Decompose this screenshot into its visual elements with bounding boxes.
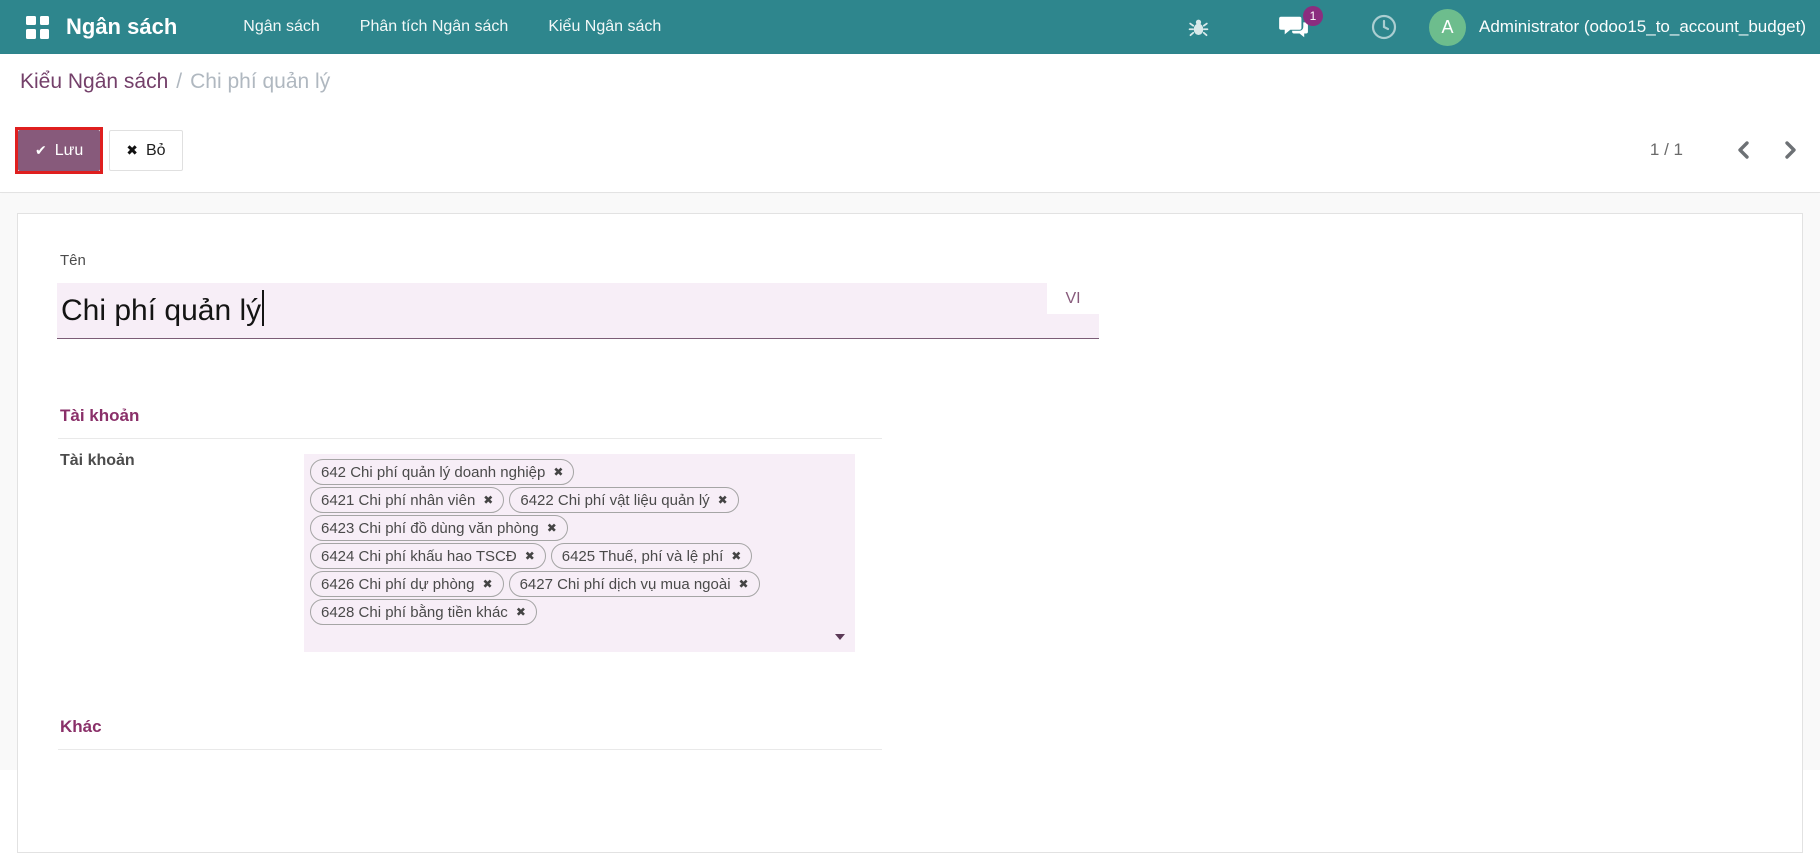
tag-delete-icon[interactable]: ✖	[739, 577, 749, 591]
section-underline	[58, 749, 882, 750]
account-tag-label: 6421 Chi phí nhân viên	[321, 491, 476, 509]
pager: 1 / 1	[1650, 130, 1805, 170]
account-tags-rows: 642 Chi phí quản lý doanh nghiệp ✖ 6421 Ch…	[310, 459, 849, 625]
tag-delete-icon[interactable]: ✖	[525, 549, 535, 563]
account-tag-label: 6425 Thuế, phí và lệ phí	[561, 547, 724, 565]
discard-button-label: Bỏ	[145, 141, 166, 159]
account-tag[interactable]: 6425 Thuế, phí và lệ phí ✖	[550, 543, 753, 569]
menu-phan-tich-ngan-sach[interactable]: Phân tích Ngân sách	[340, 0, 529, 54]
main-menu: Ngân sách Phân tích Ngân sách Kiểu Ngân …	[223, 0, 681, 54]
save-button-label: Lưu	[54, 141, 84, 159]
close-icon: ✖	[126, 142, 138, 159]
check-icon: ✔	[35, 142, 47, 159]
account-tag[interactable]: 6421 Chi phí nhân viên ✖	[310, 487, 505, 513]
control-panel: Kiểu Ngân sách / Chi phí quản lý ✔ Lưu ✖ B…	[0, 54, 1820, 193]
top-navbar: Ngân sách Ngân sách Phân tích Ngân sách …	[0, 0, 1820, 54]
form-sheet: Tên Chi phí quản lý VI Tài khoản Tài kho…	[17, 213, 1803, 853]
account-tag[interactable]: 6427 Chi phí dịch vụ mua ngoài ✖	[508, 571, 760, 597]
user-avatar[interactable]: A	[1429, 8, 1466, 46]
account-tag[interactable]: 6422 Chi phí vật liệu quản lý ✖	[509, 487, 739, 513]
account-tag-row: 6424 Chi phí khấu hao TSCĐ ✖ 6425 Thuế, ph…	[310, 543, 849, 569]
debug-icon[interactable]	[1188, 17, 1209, 38]
user-menu[interactable]: Administrator (odoo15_to_account_budget)	[1479, 17, 1806, 37]
app-name[interactable]: Ngân sách	[66, 14, 177, 40]
name-input-value: Chi phí quản lý	[61, 294, 262, 327]
tag-delete-icon[interactable]: ✖	[483, 493, 493, 507]
discard-button[interactable]: ✖ Bỏ	[109, 130, 183, 171]
account-tag-label: 6423 Chi phí đồ dùng văn phòng	[321, 519, 539, 537]
tag-delete-icon[interactable]: ✖	[731, 549, 741, 563]
account-tag-label: 6426 Chi phí dự phòng	[321, 575, 475, 593]
tag-delete-icon[interactable]: ✖	[553, 465, 563, 479]
tag-delete-icon[interactable]: ✖	[718, 493, 728, 507]
account-tag-row: 6426 Chi phí dự phòng ✖ 6427 Chi phí dịch …	[310, 571, 849, 597]
activities-clock-icon[interactable]	[1371, 14, 1397, 40]
section-title-other: Khác	[60, 717, 102, 736]
menu-ngan-sach[interactable]: Ngân sách	[223, 0, 340, 54]
tag-delete-icon[interactable]: ✖	[516, 605, 526, 619]
account-tag-row: 642 Chi phí quản lý doanh nghiệp ✖	[310, 459, 849, 485]
account-tag-label: 6427 Chi phí dịch vụ mua ngoài	[519, 575, 731, 593]
account-tag-label: 6424 Chi phí khấu hao TSCĐ	[321, 547, 517, 565]
account-tag-label: 6428 Chi phí bằng tiền khác	[321, 603, 508, 621]
apps-menu-icon[interactable]	[26, 15, 49, 39]
name-input[interactable]: Chi phí quản lý VI	[57, 283, 1099, 339]
tag-delete-icon[interactable]: ✖	[483, 577, 493, 591]
form-buttons: ✔ Lưu ✖ Bỏ	[15, 127, 183, 174]
systray: 1 A Administrator (odoo15_to_account_bud…	[1188, 0, 1816, 54]
translate-language-badge[interactable]: VI	[1047, 283, 1099, 314]
breadcrumb-parent[interactable]: Kiểu Ngân sách	[20, 70, 168, 93]
account-tag-row: 6428 Chi phí bằng tiền khác ✖	[310, 599, 849, 625]
content-area: Tên Chi phí quản lý VI Tài khoản Tài kho…	[0, 194, 1820, 853]
accounts-field-label: Tài khoản	[60, 452, 135, 469]
section-underline	[58, 438, 882, 439]
tag-delete-icon[interactable]: ✖	[547, 521, 557, 535]
pager-count: 1 / 1	[1649, 140, 1683, 159]
menu-kieu-ngan-sach[interactable]: Kiểu Ngân sách	[528, 0, 681, 54]
account-tag[interactable]: 6424 Chi phí khấu hao TSCĐ ✖	[310, 543, 546, 569]
pager-next-icon[interactable]	[1775, 135, 1805, 165]
pager-previous-icon[interactable]	[1729, 135, 1759, 165]
account-tag-label: 642 Chi phí quản lý doanh nghiệp	[321, 463, 546, 481]
account-tag[interactable]: 6423 Chi phí đồ dùng văn phòng ✖	[310, 515, 568, 541]
dropdown-caret-icon[interactable]	[835, 634, 845, 640]
breadcrumb-current: Chi phí quản lý	[190, 70, 331, 93]
breadcrumb: Kiểu Ngân sách / Chi phí quản lý	[20, 70, 330, 94]
save-button[interactable]: ✔ Lưu	[18, 130, 101, 171]
account-tag-label: 6422 Chi phí vật liệu quản lý	[520, 491, 710, 509]
account-tag[interactable]: 6426 Chi phí dự phòng ✖	[310, 571, 504, 597]
account-tag[interactable]: 642 Chi phí quản lý doanh nghiệp ✖	[310, 459, 575, 485]
accounts-tags-input[interactable]: 642 Chi phí quản lý doanh nghiệp ✖ 6421 Ch…	[304, 454, 855, 652]
account-tag[interactable]: 6428 Chi phí bằng tiền khác ✖	[310, 599, 537, 625]
name-field-label: Tên	[60, 252, 86, 269]
messages-icon[interactable]: 1	[1279, 6, 1323, 40]
message-count-badge: 1	[1303, 6, 1323, 26]
annotation-highlight: ✔ Lưu	[15, 127, 104, 174]
text-cursor	[262, 290, 265, 326]
section-title-accounts: Tài khoản	[60, 406, 140, 425]
account-tag-row: 6423 Chi phí đồ dùng văn phòng ✖	[310, 515, 849, 541]
account-tag-row: 6421 Chi phí nhân viên ✖ 6422 Chi phí vật …	[310, 487, 849, 513]
breadcrumb-separator: /	[176, 70, 183, 93]
